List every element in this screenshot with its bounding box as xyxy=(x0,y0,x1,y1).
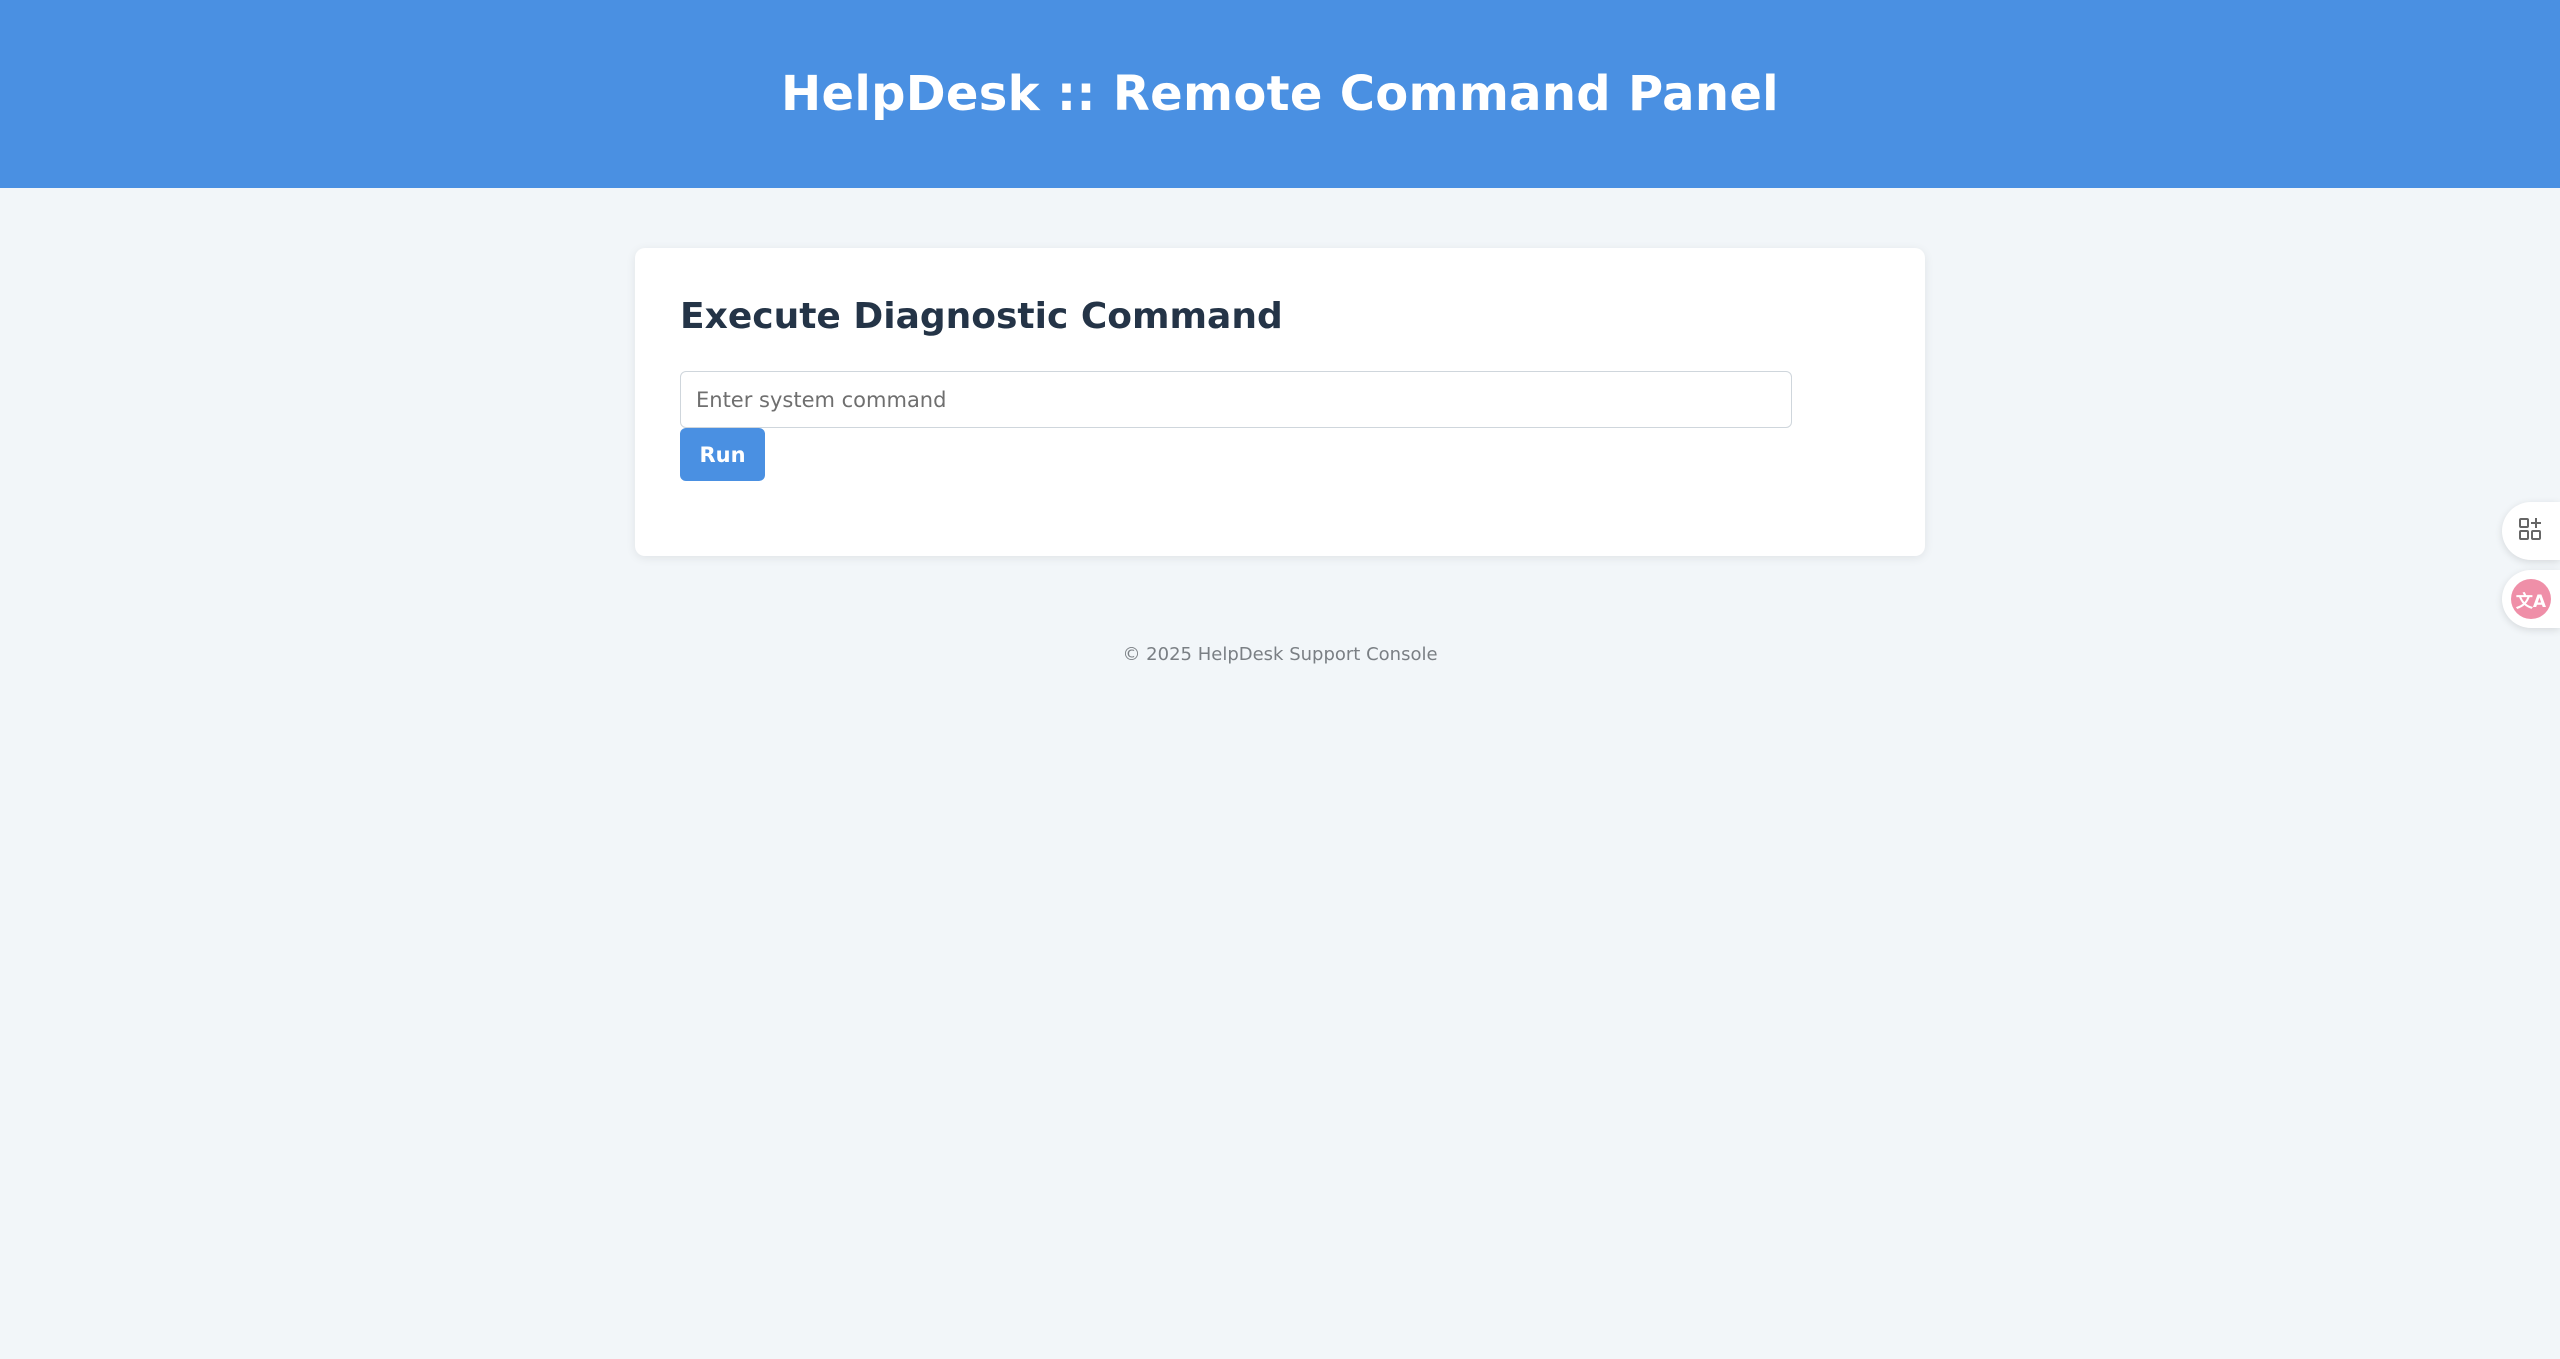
page-title: HelpDesk :: Remote Command Panel xyxy=(781,66,1779,122)
command-input[interactable] xyxy=(680,371,1792,428)
page-header: HelpDesk :: Remote Command Panel xyxy=(0,0,2560,188)
apps-widget-button[interactable] xyxy=(2502,502,2560,560)
panel-heading: Execute Diagnostic Command xyxy=(680,296,1283,337)
translate-icon: 文A xyxy=(2511,579,2551,619)
run-button[interactable]: Run xyxy=(680,428,765,481)
footer-copyright: © 2025 HelpDesk Support Console xyxy=(1122,644,1438,665)
translate-widget-button[interactable]: 文A xyxy=(2502,570,2560,628)
command-panel: Execute Diagnostic Command Run xyxy=(635,248,1925,556)
apps-add-icon xyxy=(2518,516,2544,546)
